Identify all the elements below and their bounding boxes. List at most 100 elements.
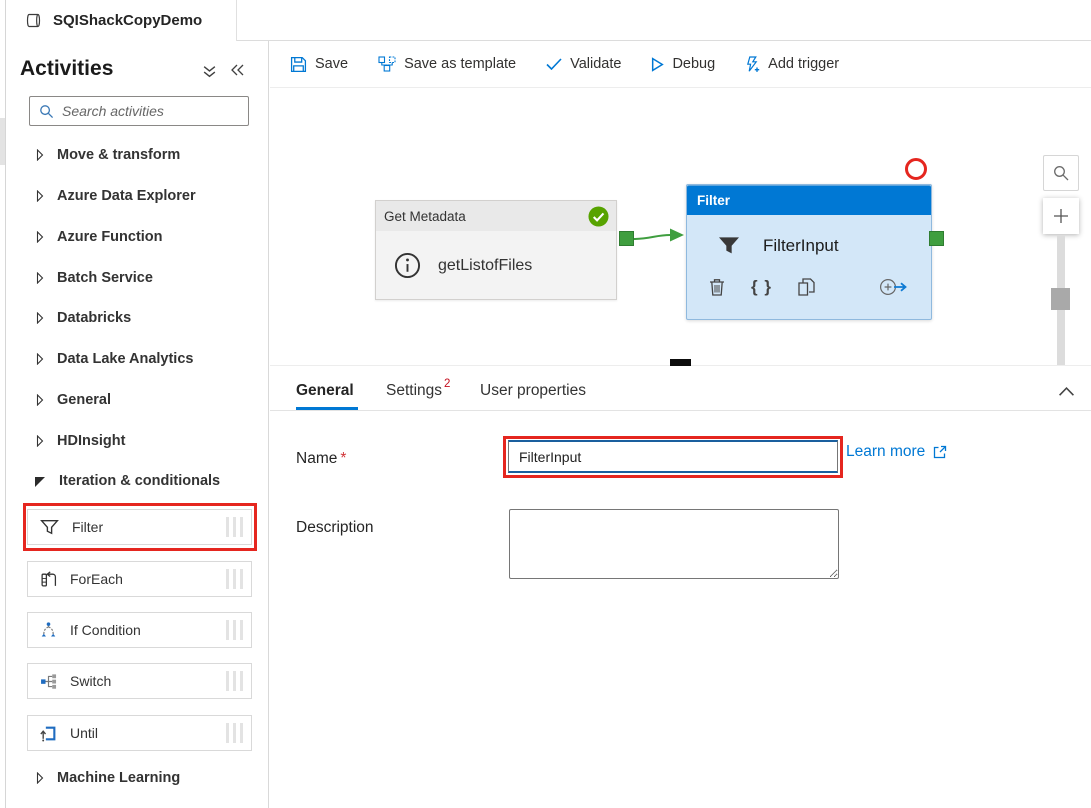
search-activities-input[interactable] xyxy=(62,103,232,119)
activity-tile-filter[interactable]: Filter xyxy=(27,509,252,545)
category-azure-function[interactable]: Azure Function xyxy=(6,223,268,251)
foreach-icon xyxy=(40,571,57,588)
activity-label: Switch xyxy=(70,673,111,689)
zoom-slider-thumb[interactable] xyxy=(1051,288,1070,310)
node-type-label: Filter xyxy=(697,193,730,208)
checkmark-icon xyxy=(546,58,562,70)
tab-title: SQIShackCopyDemo xyxy=(53,12,202,29)
node-body: getListofFiles xyxy=(376,231,616,300)
chevron-expanded-icon xyxy=(34,475,46,487)
name-input[interactable] xyxy=(508,440,838,473)
category-batch-service[interactable]: Batch Service xyxy=(6,264,268,292)
canvas-search-button[interactable] xyxy=(1043,155,1079,191)
category-iteration-conditionals[interactable]: Iteration & conditionals xyxy=(6,467,268,495)
external-link-icon xyxy=(932,444,948,460)
save-as-template-icon xyxy=(378,56,396,72)
chevron-right-icon xyxy=(36,772,44,784)
category-label: Data Lake Analytics xyxy=(57,351,193,367)
tab-bar: SQIShackCopyDemo xyxy=(6,0,1091,41)
category-label: General xyxy=(57,392,111,408)
node-filter[interactable]: Filter FilterInput { } xyxy=(686,184,932,320)
activity-tile-foreach[interactable]: ForEach xyxy=(27,561,252,597)
save-label: Save xyxy=(315,56,348,72)
drag-handle[interactable] xyxy=(226,620,243,640)
chevron-right-icon xyxy=(36,353,44,365)
learn-more-link[interactable]: Learn more xyxy=(846,443,948,461)
node-type-label: Get Metadata xyxy=(384,209,466,224)
collapse-panel-button[interactable] xyxy=(1058,386,1075,397)
node-header: Get Metadata xyxy=(376,201,616,231)
drag-handle[interactable] xyxy=(226,723,243,743)
save-as-template-button[interactable]: Save as template xyxy=(378,56,516,72)
pipeline-canvas[interactable]: Get Metadata getListofFiles Filter xyxy=(270,88,1091,365)
activity-tile-if-condition[interactable]: If Condition xyxy=(27,612,252,648)
delete-icon[interactable] xyxy=(709,278,725,296)
node-header: Filter xyxy=(687,185,931,215)
category-hdinsight[interactable]: HDInsight xyxy=(6,427,268,455)
description-textarea[interactable] xyxy=(509,509,839,579)
info-icon[interactable] xyxy=(394,252,421,279)
category-data-lake-analytics[interactable]: Data Lake Analytics xyxy=(6,345,268,373)
activity-label: Until xyxy=(70,725,98,741)
activity-label: If Condition xyxy=(70,622,141,638)
plus-icon xyxy=(1052,207,1070,225)
add-trigger-button[interactable]: Add trigger xyxy=(745,56,839,73)
clone-icon[interactable] xyxy=(798,278,815,296)
category-label: Databricks xyxy=(57,310,131,326)
category-databricks[interactable]: Databricks xyxy=(6,304,268,332)
filter-funnel-icon xyxy=(717,235,741,257)
connector-success-path xyxy=(632,224,688,254)
activity-tile-until[interactable]: Until xyxy=(27,715,252,751)
node-body: FilterInput xyxy=(687,215,931,277)
drag-handle[interactable] xyxy=(226,517,243,537)
activities-sidebar: Activities Move & transform Azure Data E… xyxy=(6,41,269,808)
chevron-right-icon xyxy=(36,190,44,202)
validate-button[interactable]: Validate xyxy=(546,56,621,72)
tab-general[interactable]: General xyxy=(296,382,354,400)
category-label: Azure Function xyxy=(57,229,163,245)
canvas-hscrollbar-thumb[interactable] xyxy=(670,359,691,366)
node-action-bar: { } xyxy=(687,277,931,297)
tab-settings[interactable]: Settings2 xyxy=(386,382,450,400)
lightning-plus-icon xyxy=(745,56,760,73)
tab-user-properties[interactable]: User properties xyxy=(480,382,586,400)
drag-handle[interactable] xyxy=(226,671,243,691)
chevron-right-icon xyxy=(36,272,44,284)
category-azure-data-explorer[interactable]: Azure Data Explorer xyxy=(6,182,268,210)
left-scrollbar-thumb[interactable] xyxy=(0,118,5,165)
add-trigger-label: Add trigger xyxy=(768,56,839,72)
save-icon xyxy=(290,56,307,73)
tab-pipeline[interactable]: SQIShackCopyDemo xyxy=(14,0,237,41)
required-asterisk: * xyxy=(340,450,346,467)
activity-tile-switch[interactable]: Switch xyxy=(27,663,252,699)
activities-title: Activities xyxy=(20,57,113,81)
drag-handle[interactable] xyxy=(226,569,243,589)
category-move-transform[interactable]: Move & transform xyxy=(6,141,268,169)
chevron-right-icon xyxy=(36,231,44,243)
properties-panel: General Settings2 User properties Name* … xyxy=(270,365,1091,808)
zoom-in-button[interactable] xyxy=(1043,198,1079,234)
chevron-right-icon xyxy=(36,312,44,324)
search-activities-box xyxy=(29,96,249,126)
collapse-panel-icon[interactable] xyxy=(230,64,244,76)
category-machine-learning[interactable]: Machine Learning xyxy=(6,764,268,792)
search-icon xyxy=(39,104,54,119)
code-braces-icon[interactable]: { } xyxy=(751,277,772,297)
category-label: Move & transform xyxy=(57,147,180,163)
tab-label: General xyxy=(296,382,354,399)
node-get-metadata[interactable]: Get Metadata getListofFiles xyxy=(375,200,617,300)
add-output-icon[interactable] xyxy=(879,278,909,296)
node-name-label: FilterInput xyxy=(763,236,839,256)
category-general[interactable]: General xyxy=(6,386,268,414)
annotation-circle xyxy=(905,158,927,180)
debug-label: Debug xyxy=(672,56,715,72)
activity-label: ForEach xyxy=(70,571,123,587)
activity-label: Filter xyxy=(72,519,103,535)
name-field-label: Name* xyxy=(296,450,346,468)
save-button[interactable]: Save xyxy=(290,56,348,73)
debug-button[interactable]: Debug xyxy=(651,56,715,72)
category-label: Iteration & conditionals xyxy=(59,473,220,489)
output-port-filter[interactable] xyxy=(929,231,944,246)
collapse-all-icon[interactable] xyxy=(202,64,217,79)
settings-count-badge: 2 xyxy=(444,378,450,390)
